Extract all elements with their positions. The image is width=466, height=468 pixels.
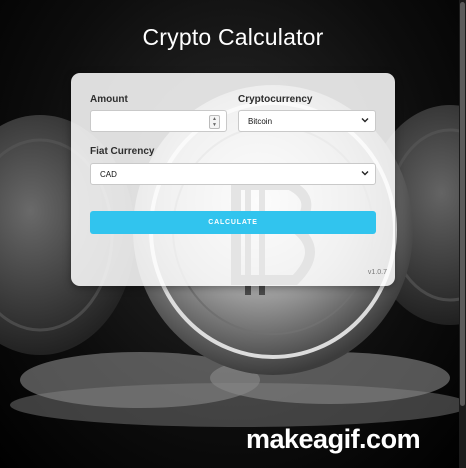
watermark-logo: makeagif.com: [246, 424, 421, 454]
scrollbar-thumb[interactable]: [460, 2, 465, 406]
page-title: Crypto Calculator: [142, 24, 324, 50]
amount-label: Amount: [90, 94, 128, 105]
app-screen: Crypto Calculator Amount ▲ ▼ Cryptocurren…: [0, 0, 466, 468]
version-label: v1.0.7: [367, 269, 387, 276]
fiat-currency-selected-value: CAD: [100, 170, 117, 179]
cryptocurrency-select[interactable]: Bitcoin: [238, 110, 376, 132]
scrollbar[interactable]: [459, 0, 466, 468]
fiat-currency-label: Fiat Currency: [90, 146, 155, 157]
fiat-currency-select[interactable]: CAD: [90, 163, 376, 185]
chevron-down-icon: [361, 171, 369, 176]
cryptocurrency-label: Cryptocurrency: [238, 94, 313, 105]
cryptocurrency-selected-value: Bitcoin: [248, 117, 273, 126]
spinner-icon[interactable]: ▲ ▼: [209, 115, 220, 129]
calculate-button[interactable]: CALCULATE: [90, 211, 376, 234]
amount-field-wrapper: ▲ ▼: [90, 110, 227, 132]
calculator-card: Amount ▲ ▼ Cryptocurrency Bitcoin Fiat Cu…: [71, 73, 395, 286]
chevron-down-icon: [361, 118, 369, 123]
amount-input[interactable]: [91, 111, 226, 131]
